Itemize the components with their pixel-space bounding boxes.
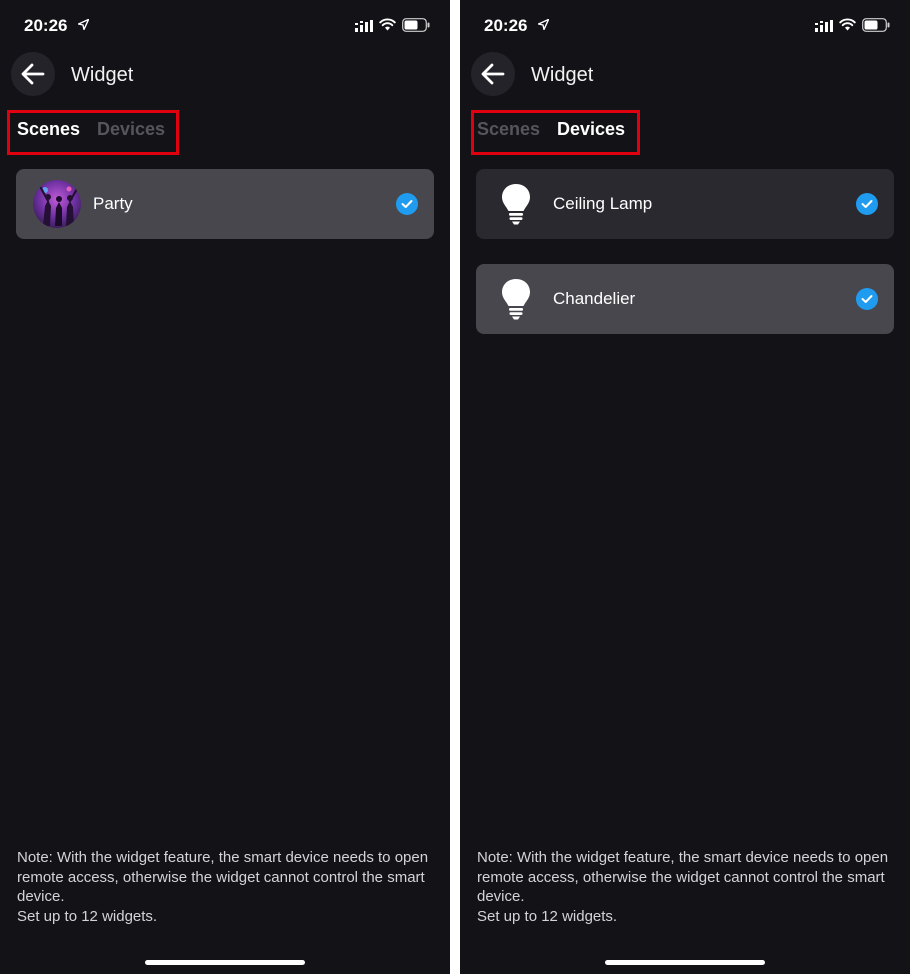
widget-note: Note: With the widget feature, the smart… [477, 848, 897, 926]
note-text: Note: With the widget feature, the smart… [17, 849, 429, 905]
checkmark-icon[interactable] [856, 193, 878, 215]
status-bar: 20:26 [460, 0, 910, 50]
light-bulb-icon [502, 279, 530, 320]
battery-icon [402, 18, 430, 32]
scene-item-party[interactable]: Party [16, 169, 434, 239]
back-arrow-icon [21, 63, 45, 85]
tab-devices[interactable]: Devices [97, 119, 165, 140]
page-title: Widget [71, 64, 134, 86]
back-button[interactable] [11, 52, 55, 96]
tab-scenes[interactable]: Scenes [17, 119, 80, 140]
back-arrow-icon [481, 63, 505, 85]
checkmark-icon[interactable] [396, 193, 418, 215]
device-label: Ceiling Lamp [553, 194, 653, 213]
wifi-icon [839, 18, 856, 31]
device-label: Chandelier [553, 289, 636, 308]
home-indicator[interactable] [605, 960, 765, 965]
location-arrow-icon [538, 19, 549, 30]
note-limit-text: Set up to 12 widgets. [477, 907, 618, 925]
status-bar: 20:26 [0, 0, 450, 50]
cellular-signal-icon [815, 20, 833, 32]
back-button[interactable] [471, 52, 515, 96]
scene-thumbnail [33, 180, 81, 228]
status-time: 20:26 [24, 16, 68, 35]
scene-label: Party [93, 194, 133, 213]
page-title: Widget [531, 64, 594, 86]
location-arrow-icon [78, 19, 89, 30]
widget-screen-devices: 20:26 Widget Scenes Devices Ceiling Lamp… [460, 0, 910, 974]
tab-scenes[interactable]: Scenes [477, 119, 540, 140]
cellular-signal-icon [355, 20, 373, 32]
widget-note: Note: With the widget feature, the smart… [17, 848, 437, 926]
checkmark-icon[interactable] [856, 288, 878, 310]
device-item-chandelier[interactable]: Chandelier [476, 264, 894, 334]
note-limit-text: Set up to 12 widgets. [17, 907, 158, 925]
status-time: 20:26 [484, 16, 528, 35]
battery-icon [862, 18, 890, 32]
note-text: Note: With the widget feature, the smart… [477, 849, 889, 905]
tab-devices[interactable]: Devices [557, 119, 625, 140]
device-item-ceiling-lamp[interactable]: Ceiling Lamp [476, 169, 894, 239]
wifi-icon [379, 18, 396, 31]
widget-screen-scenes: 20:26 Widget Scenes Devices Party Note: … [0, 0, 450, 974]
light-bulb-icon [502, 184, 530, 225]
home-indicator[interactable] [145, 960, 305, 965]
